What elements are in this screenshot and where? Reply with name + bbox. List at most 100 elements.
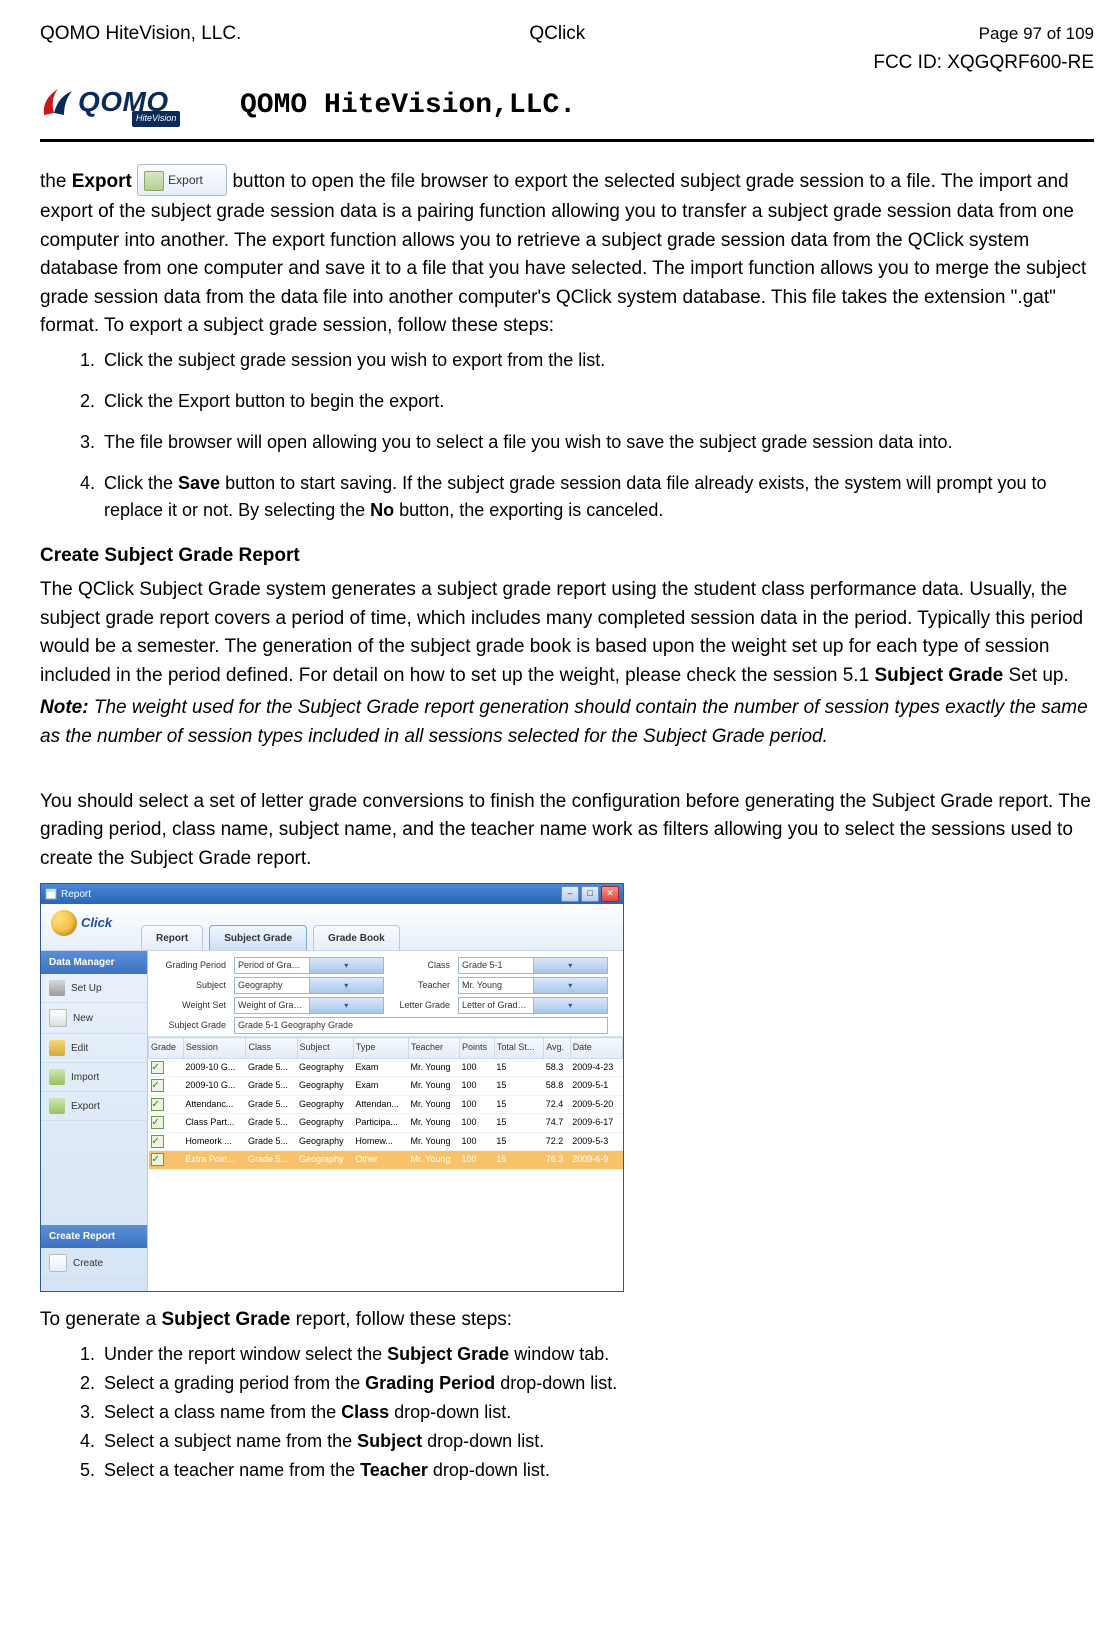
list-item: Click the Export button to begin the exp… bbox=[100, 388, 1094, 415]
close-button[interactable]: ✕ bbox=[601, 886, 619, 902]
setup-icon bbox=[49, 980, 65, 996]
cell-points: 100 bbox=[460, 1114, 495, 1133]
cell-date: 2009-6-17 bbox=[570, 1114, 622, 1133]
step-bold: Class bbox=[341, 1402, 389, 1422]
qclick-orb-icon bbox=[51, 910, 77, 936]
combo-weight-set[interactable]: Weight of Grade5-1 Geogra▾ bbox=[234, 997, 384, 1014]
report-window-screenshot: Report – □ ✕ Click Report Subject Grade … bbox=[40, 883, 624, 1292]
combo-value: Letter of Grade 5-1 Geograp bbox=[459, 999, 533, 1013]
header-divider bbox=[40, 139, 1094, 142]
sidebar-item-export[interactable]: Export bbox=[41, 1092, 147, 1121]
tab-report[interactable]: Report bbox=[141, 925, 203, 950]
combo-grading-period[interactable]: Period of Grade 5-1 Geogra▾ bbox=[234, 957, 384, 974]
intro-t1: the bbox=[40, 171, 72, 192]
qclick-logo: Click bbox=[51, 910, 112, 936]
sidebar-item-new[interactable]: New bbox=[41, 1003, 147, 1034]
sidebar-item-label: Export bbox=[71, 1099, 100, 1114]
table-row[interactable]: Class Part...Grade 5...GeographyParticip… bbox=[149, 1114, 623, 1133]
create-icon bbox=[49, 1254, 67, 1272]
cell-total: 15 bbox=[494, 1095, 543, 1114]
maximize-button[interactable]: □ bbox=[581, 886, 599, 902]
export-steps-list: Click the subject grade session you wish… bbox=[40, 347, 1094, 524]
cell-date: 2009-5-20 bbox=[570, 1095, 622, 1114]
col-subject[interactable]: Subject bbox=[297, 1038, 353, 1059]
sidebar-item-label: Create bbox=[73, 1256, 103, 1271]
tab-subject-grade[interactable]: Subject Grade bbox=[209, 925, 307, 950]
minimize-button[interactable]: – bbox=[561, 886, 579, 902]
combo-letter-grade[interactable]: Letter of Grade 5-1 Geograp▾ bbox=[458, 997, 608, 1014]
table-row[interactable]: Attendanc...Grade 5...GeographyAttendan.… bbox=[149, 1095, 623, 1114]
combo-teacher[interactable]: Mr. Young▾ bbox=[458, 977, 608, 994]
table-row[interactable]: 2009-10 G...Grade 5...GeographyExamMr. Y… bbox=[149, 1077, 623, 1096]
combo-subject[interactable]: Geography▾ bbox=[234, 977, 384, 994]
field-subject-grade[interactable]: Grade 5-1 Geography Grade bbox=[234, 1017, 608, 1034]
sidebar-header-data-manager: Data Manager bbox=[41, 951, 147, 974]
s4-b1: Save bbox=[178, 473, 220, 493]
sidebar-header-create-report: Create Report bbox=[41, 1225, 147, 1248]
note-paragraph: Note: The weight used for the Subject Gr… bbox=[40, 694, 1094, 751]
cell-grade[interactable] bbox=[149, 1095, 184, 1114]
cell-total: 15 bbox=[494, 1151, 543, 1170]
window-title: Report bbox=[61, 887, 91, 902]
cell-type: Exam bbox=[353, 1077, 408, 1096]
checkbox-icon[interactable] bbox=[151, 1079, 164, 1092]
cell-teacher: Mr. Young bbox=[408, 1095, 459, 1114]
col-grade[interactable]: Grade bbox=[149, 1038, 184, 1059]
tab-grade-book[interactable]: Grade Book bbox=[313, 925, 400, 950]
note-bold: Note: bbox=[40, 697, 89, 718]
table-row[interactable]: 2009-10 G...Grade 5...GeographyExamMr. Y… bbox=[149, 1058, 623, 1077]
col-date[interactable]: Date bbox=[570, 1038, 622, 1059]
chevron-down-icon: ▾ bbox=[533, 958, 608, 973]
cell-grade[interactable] bbox=[149, 1132, 184, 1151]
cell-avg: 74.7 bbox=[544, 1114, 571, 1133]
sidebar-item-import[interactable]: Import bbox=[41, 1063, 147, 1092]
intro-paragraph: the Export Export button to open the fil… bbox=[40, 166, 1094, 341]
col-type[interactable]: Type bbox=[353, 1038, 408, 1059]
checkbox-icon[interactable] bbox=[151, 1135, 164, 1148]
list-item: The file browser will open allowing you … bbox=[100, 429, 1094, 456]
para1: The QClick Subject Grade system generate… bbox=[40, 576, 1094, 690]
label-grading-period: Grading Period bbox=[156, 959, 228, 973]
cell-points: 100 bbox=[460, 1132, 495, 1151]
col-points[interactable]: Points bbox=[460, 1038, 495, 1059]
logo-swoosh-icon bbox=[40, 85, 76, 121]
label-subject: Subject bbox=[156, 979, 228, 993]
cell-grade[interactable] bbox=[149, 1058, 184, 1077]
cell-grade[interactable] bbox=[149, 1077, 184, 1096]
step-pre: Select a subject name from the bbox=[104, 1431, 357, 1451]
generate-line: To generate a Subject Grade report, foll… bbox=[40, 1306, 1094, 1335]
combo-value: Grade 5-1 bbox=[459, 959, 533, 973]
table-row[interactable]: Homeork ...Grade 5...GeographyHomew...Mr… bbox=[149, 1132, 623, 1151]
checkbox-icon[interactable] bbox=[151, 1153, 164, 1166]
col-session[interactable]: Session bbox=[183, 1038, 246, 1059]
s4-post: button, the exporting is canceled. bbox=[394, 500, 663, 520]
step-pre: Select a grading period from the bbox=[104, 1373, 365, 1393]
col-teacher[interactable]: Teacher bbox=[408, 1038, 459, 1059]
checkbox-icon[interactable] bbox=[151, 1116, 164, 1129]
tab-bar: Click Report Subject Grade Grade Book bbox=[41, 904, 623, 951]
sidebar-item-setup[interactable]: Set Up bbox=[41, 974, 147, 1003]
cell-teacher: Mr. Young bbox=[408, 1132, 459, 1151]
sidebar-item-create[interactable]: Create bbox=[41, 1248, 147, 1279]
cell-points: 100 bbox=[460, 1151, 495, 1170]
page-label-prefix: Page bbox=[979, 24, 1023, 43]
company-logo: QOMO HiteVision bbox=[40, 81, 210, 131]
header-row: QOMO HiteVision, LLC. QClick Page 97 of … bbox=[40, 20, 1094, 77]
cell-session: Extra Poin... bbox=[183, 1151, 246, 1170]
checkbox-icon[interactable] bbox=[151, 1098, 164, 1111]
cell-total: 15 bbox=[494, 1132, 543, 1151]
table-row[interactable]: Extra Poin...Grade 5...GeographyOtherMr.… bbox=[149, 1151, 623, 1170]
col-avg[interactable]: Avg. bbox=[544, 1038, 571, 1059]
checkbox-icon[interactable] bbox=[151, 1061, 164, 1074]
filters-panel: Grading Period Period of Grade 5-1 Geogr… bbox=[148, 951, 623, 1037]
cell-grade[interactable] bbox=[149, 1114, 184, 1133]
col-class[interactable]: Class bbox=[246, 1038, 297, 1059]
sidebar-item-edit[interactable]: Edit bbox=[41, 1034, 147, 1063]
content-area: Grading Period Period of Grade 5-1 Geogr… bbox=[148, 951, 623, 1291]
combo-value: Weight of Grade5-1 Geogra bbox=[235, 999, 309, 1013]
col-total[interactable]: Total St... bbox=[494, 1038, 543, 1059]
cell-avg: 72.4 bbox=[544, 1095, 571, 1114]
cell-grade[interactable] bbox=[149, 1151, 184, 1170]
combo-class[interactable]: Grade 5-1▾ bbox=[458, 957, 608, 974]
table-header-row: Grade Session Class Subject Type Teacher… bbox=[149, 1038, 623, 1059]
